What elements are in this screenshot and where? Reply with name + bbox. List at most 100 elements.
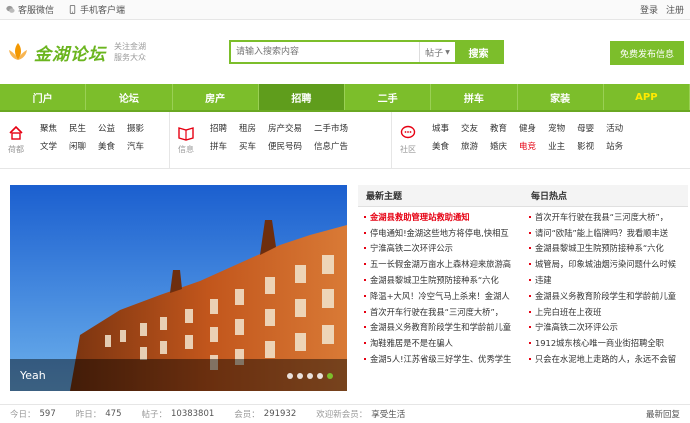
slogan-line2: 服务大众 xyxy=(114,53,146,62)
nav-item-carpool[interactable]: 拼车 xyxy=(431,84,518,110)
newest-member-link[interactable]: 享受生活 xyxy=(371,408,405,420)
subnav-hedu-link[interactable]: 荷都 xyxy=(4,125,28,155)
list-item[interactable]: 违建 xyxy=(523,272,688,288)
list-item[interactable]: 请问“欧陆”能上临牌吗？我看顺丰送 xyxy=(523,225,688,241)
subnav-link[interactable]: 招聘 xyxy=(204,122,233,140)
subnav-link[interactable]: 买车 xyxy=(233,140,262,158)
home-icon xyxy=(9,125,23,140)
subnav-link[interactable]: 美食 xyxy=(92,140,121,158)
search-input[interactable] xyxy=(231,42,419,62)
latest-topics-list: 金湖县救助管理站救助通知 停电通知!金湖这些地方将停电,快相互 宁淮高铁二次环评… xyxy=(358,207,523,367)
list-item[interactable]: 首次开车行驶在我县“三河度大桥”， xyxy=(523,209,688,225)
subnav-link[interactable]: 母婴 xyxy=(571,122,600,140)
subnav-link[interactable]: 租房 xyxy=(233,122,262,140)
subnav-community-links: 城事 美食 交友 旅游 教育 婚庆 健身 电竞 宠物 业主 母婴 影视 活动 站… xyxy=(426,122,629,158)
search-bar: 帖子 ▼ 搜索 xyxy=(229,40,504,64)
subnav-link[interactable]: 教育 xyxy=(484,122,513,140)
subnav-link[interactable]: 电竞 xyxy=(513,140,542,158)
subnav-link[interactable]: 美食 xyxy=(426,140,455,158)
subnav-link[interactable]: 活动 xyxy=(600,122,629,140)
list-item[interactable]: 降温+大风！冷空气马上杀来！金湖人 xyxy=(358,288,523,304)
subnav-link[interactable]: 影视 xyxy=(571,140,600,158)
subnav-link[interactable]: 便民号码 xyxy=(262,140,308,158)
latest-reply-link[interactable]: 最新回复 xyxy=(646,408,680,420)
subnav-link[interactable]: 公益 xyxy=(92,122,121,140)
main-nav: 门户 论坛 房产 招聘 二手 拼车 家装 APP xyxy=(0,84,690,112)
latest-topics-panel: 最新主题 金湖县救助管理站救助通知 停电通知!金湖这些地方将停电,快相互 宁淮高… xyxy=(358,185,523,410)
subnav-link[interactable]: 文学 xyxy=(34,140,63,158)
subnav-link[interactable]: 健身 xyxy=(513,122,542,140)
list-item[interactable]: 金湖县黎城卫生院预防接种系“六化 xyxy=(358,272,523,288)
subnav-link[interactable]: 业主 xyxy=(542,140,571,158)
list-item[interactable]: 金湖县救助管理站救助通知 xyxy=(358,209,523,225)
subnav-link[interactable]: 信息广告 xyxy=(308,140,354,158)
subnav-link[interactable]: 房产交易 xyxy=(262,122,308,140)
subnav-link[interactable]: 宠物 xyxy=(542,122,571,140)
subnav-hedu-label: 荷都 xyxy=(8,145,24,154)
weixin-link[interactable]: 客服微信 xyxy=(6,3,54,16)
list-item[interactable]: 金湖县黎城卫生院预防接种系“六化 xyxy=(523,241,688,257)
slider-dot[interactable] xyxy=(307,373,313,379)
list-item[interactable]: 首次开车行驶在我县“三河度大桥”， xyxy=(358,304,523,320)
list-item[interactable]: 淘鞋雅居是不是在骗人 xyxy=(358,335,523,351)
forum-stats-bar: 今日： 597 昨日： 475 帖子： 10383801 会员： 291932 … xyxy=(0,404,690,423)
list-item[interactable]: 停电通知!金湖这些地方将停电,快相互 xyxy=(358,225,523,241)
list-item[interactable]: 金湖县义务教育阶段学生和学龄前儿童 xyxy=(523,288,688,304)
nav-item-house[interactable]: 房产 xyxy=(173,84,259,110)
list-item[interactable]: 金湖县义务教育阶段学生和学龄前儿童 xyxy=(358,320,523,336)
list-item[interactable]: 宁淮高铁二次环评公示 xyxy=(523,320,688,336)
book-icon xyxy=(178,127,194,141)
sub-nav: 荷都 聚焦 文学 民生 闲聊 公益 美食 摄影 汽车 信息 招聘 拼车 租房 买… xyxy=(0,112,690,169)
subnav-link[interactable]: 汽车 xyxy=(121,140,150,158)
weixin-label: 客服微信 xyxy=(18,6,55,16)
login-link[interactable]: 登录 xyxy=(640,3,658,16)
nav-item-secondhand[interactable]: 二手 xyxy=(345,84,432,110)
subnav-link[interactable]: 交友 xyxy=(455,122,484,140)
list-item[interactable]: 宁淮高铁二次环评公示 xyxy=(358,241,523,257)
post-info-button[interactable]: 免费发布信息 xyxy=(610,41,684,65)
chat-bubble-icon xyxy=(400,125,416,139)
search-type-select[interactable]: 帖子 ▼ xyxy=(419,42,455,62)
nav-item-portal[interactable]: 门户 xyxy=(0,84,87,110)
subnav-group-community: 社区 城事 美食 交友 旅游 教育 婚庆 健身 电竞 宠物 业主 母婴 影视 活… xyxy=(392,112,690,168)
nav-item-forum[interactable]: 论坛 xyxy=(86,84,173,110)
subnav-link[interactable]: 城事 xyxy=(426,122,455,140)
nav-item-app[interactable]: APP xyxy=(604,84,690,110)
list-item[interactable]: 五一长假金湖万亩水上森林迎来旅游高 xyxy=(358,256,523,272)
list-item[interactable]: 上完白班在上夜班 xyxy=(523,304,688,320)
list-item[interactable]: 城管局，印象城油烟污染问题什么时候 xyxy=(523,256,688,272)
posts-count: 10383801 xyxy=(171,409,215,419)
subnav-info-link[interactable]: 信息 xyxy=(174,125,198,155)
list-item[interactable]: 只会在水泥地上走路的人，永远不会留 xyxy=(523,351,688,367)
yesterday-label: 昨日： xyxy=(75,410,102,420)
subnav-link[interactable]: 拼车 xyxy=(204,140,233,158)
posts-label: 帖子： xyxy=(141,410,168,420)
subnav-link[interactable]: 聚焦 xyxy=(34,122,63,140)
subnav-link[interactable]: 站务 xyxy=(600,140,629,158)
site-logo[interactable]: 金湖论坛 关注金湖 服务大众 xyxy=(6,40,156,65)
subnav-link[interactable]: 二手市场 xyxy=(308,122,354,140)
nav-item-decoration[interactable]: 家装 xyxy=(518,84,604,110)
list-item[interactable]: 金湖5人!江苏省级三好学生、优秀学生 xyxy=(358,351,523,367)
subnav-link[interactable]: 摄影 xyxy=(121,122,150,140)
subnav-community-link[interactable]: 社区 xyxy=(396,125,420,155)
slider-dot[interactable] xyxy=(297,373,303,379)
subnav-link[interactable]: 婚庆 xyxy=(484,140,513,158)
welcome-label: 欢迎新会员： xyxy=(316,410,368,420)
members-count: 291932 xyxy=(263,409,297,419)
subnav-hedu-links: 聚焦 文学 民生 闲聊 公益 美食 摄影 汽车 xyxy=(34,122,150,158)
search-button[interactable]: 搜索 xyxy=(455,42,502,62)
slider-dot[interactable] xyxy=(287,373,293,379)
slider-dot-active[interactable] xyxy=(327,373,333,379)
nav-item-jobs[interactable]: 招聘 xyxy=(258,84,345,110)
mobile-client-link[interactable]: 手机客户端 xyxy=(68,3,125,16)
mobile-client-label: 手机客户端 xyxy=(80,6,126,16)
register-link[interactable]: 注册 xyxy=(666,3,684,16)
main-content: Yeah 最新主题 金湖县救助管理站救助通知 停电通知!金湖这些地方将停电,快相… xyxy=(0,185,690,410)
slider-dot[interactable] xyxy=(317,373,323,379)
subnav-link[interactable]: 民生 xyxy=(63,122,92,140)
image-slider[interactable]: Yeah xyxy=(10,185,347,391)
list-item[interactable]: 1912城东核心唯一商业街招聘全职 xyxy=(523,335,688,351)
subnav-link[interactable]: 闲聊 xyxy=(63,140,92,158)
subnav-link[interactable]: 旅游 xyxy=(455,140,484,158)
